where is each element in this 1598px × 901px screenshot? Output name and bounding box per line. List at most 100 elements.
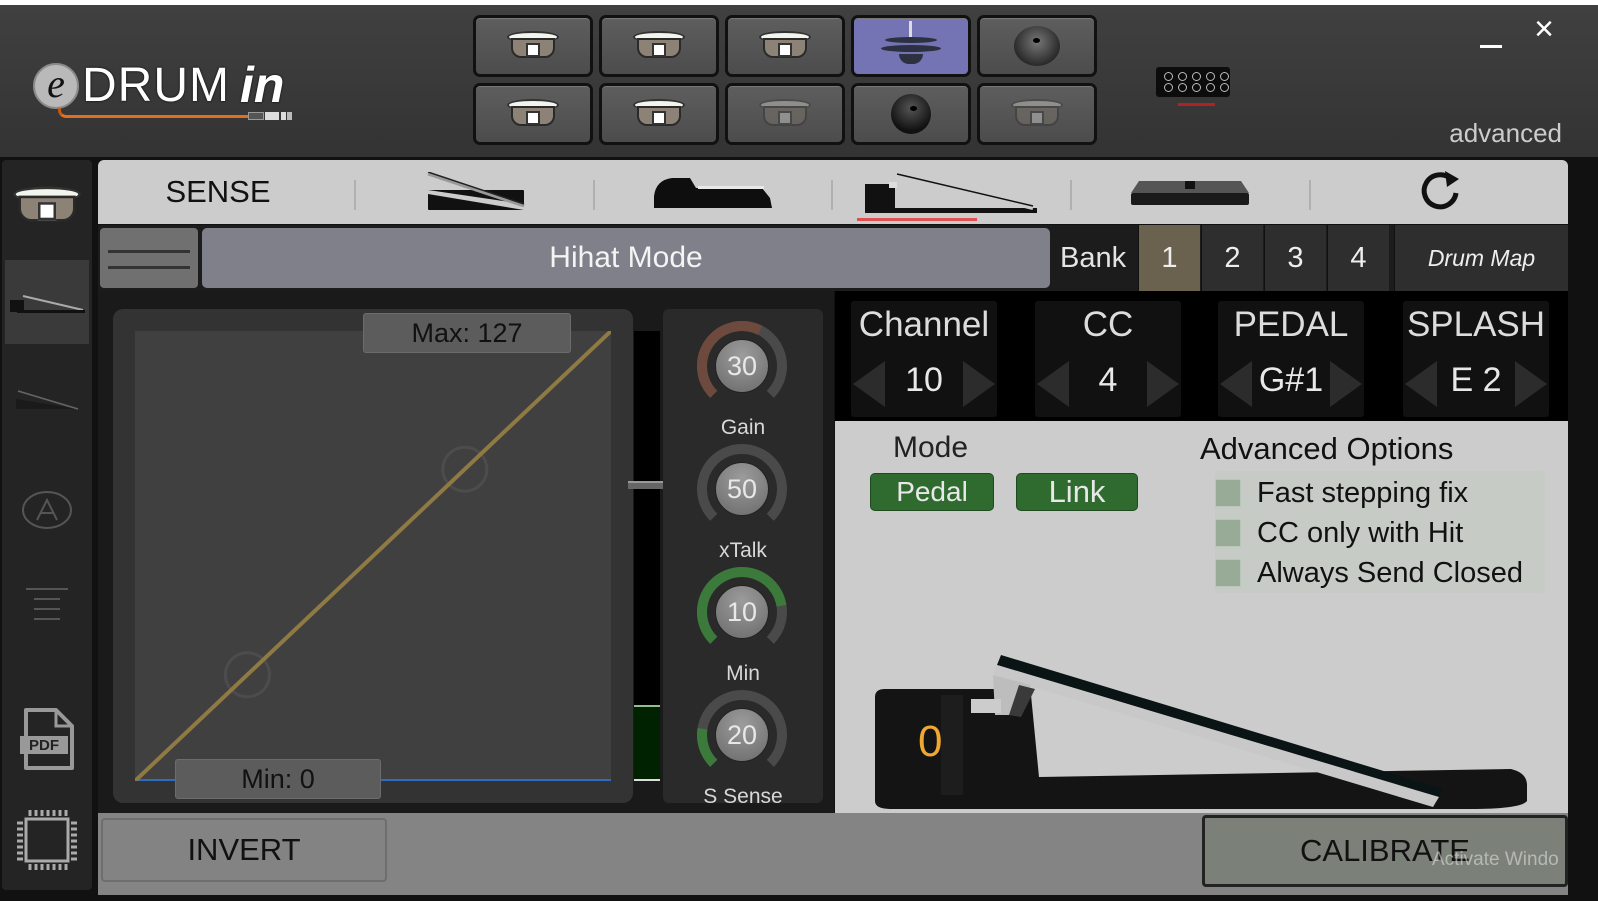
- minimize-button[interactable]: [1480, 30, 1504, 50]
- checkbox[interactable]: [1215, 519, 1241, 547]
- bank-button-3[interactable]: 3: [1264, 225, 1326, 291]
- tab-sense[interactable]: SENSE: [98, 160, 338, 224]
- pad-button-2[interactable]: [599, 15, 719, 77]
- option-fast-stepping-fix[interactable]: Fast stepping fix: [1215, 475, 1468, 511]
- midi-title: PEDAL: [1233, 305, 1349, 344]
- expression-pedal-icon: [16, 390, 79, 410]
- sustain-pedal-icon: [654, 178, 772, 208]
- snare-drum-icon: [759, 99, 811, 129]
- option-always-send-closed[interactable]: Always Send Closed: [1215, 555, 1523, 591]
- hihat-pedal-icon: [865, 173, 1037, 213]
- knob-label: Gain: [720, 416, 766, 439]
- sidebar-item-expression[interactable]: [5, 360, 89, 440]
- logo-cable: [58, 108, 250, 118]
- advanced-options-list: Fast stepping fix CC only with Hit Alway…: [1215, 471, 1545, 593]
- bottom-bar: INVERT CALIBRATE: [98, 813, 1568, 895]
- midi-pedal-selector: PEDAL G#1: [1218, 301, 1364, 417]
- increment-arrow-icon[interactable]: [1330, 361, 1362, 407]
- logo-in: in: [240, 57, 285, 113]
- sidebar-item-hihat-pedal[interactable]: [5, 260, 89, 344]
- knob-min[interactable]: 10: [697, 567, 787, 657]
- pad-button-6[interactable]: [473, 83, 593, 145]
- option-cc-only-with-hit[interactable]: CC only with Hit: [1215, 515, 1463, 551]
- pad-button-7[interactable]: [599, 83, 719, 145]
- option-label: Fast stepping fix: [1257, 476, 1469, 509]
- sidebar: PDF: [2, 160, 92, 890]
- increment-arrow-icon[interactable]: [963, 361, 995, 407]
- increment-arrow-icon[interactable]: [1147, 361, 1179, 407]
- pad-button-8[interactable]: [725, 83, 845, 145]
- sidebar-item-auto[interactable]: [5, 465, 89, 555]
- level-meter-base: [634, 779, 660, 781]
- selected-tab-indicator: [857, 218, 977, 221]
- auto-a-icon: [22, 491, 72, 529]
- footswitch-icon: [1131, 181, 1249, 205]
- level-meter-fill: [634, 704, 660, 781]
- invert-button[interactable]: INVERT: [101, 818, 387, 882]
- tab-sustain-pedal[interactable]: [595, 160, 831, 224]
- knob-panel: 30 Gain 50 xTalk 10 Min 20 S Sense: [663, 309, 823, 808]
- hihat-pedal-illustration: [875, 655, 1527, 809]
- checkbox[interactable]: [1215, 559, 1241, 587]
- pedal-type-tabbar: SENSE: [98, 160, 1568, 224]
- pad-button-10[interactable]: [977, 83, 1097, 145]
- activate-windows-watermark: Activate Windo: [1432, 849, 1559, 870]
- sidebar-item-pdf[interactable]: PDF: [5, 700, 89, 780]
- snare-drum-icon: [633, 99, 685, 129]
- knob-label: Min: [726, 662, 760, 685]
- increment-arrow-icon[interactable]: [1515, 361, 1547, 407]
- pad-button-3[interactable]: [725, 15, 845, 77]
- knob-label: S Sense: [703, 785, 783, 808]
- connector-indicator: [1178, 103, 1215, 106]
- menu-lines-icon: [26, 588, 68, 620]
- option-label: Always Send Closed: [1257, 556, 1523, 589]
- knob-label: xTalk: [719, 539, 767, 562]
- list-toggle-button[interactable]: [100, 228, 198, 288]
- svg-text:PDF: PDF: [29, 737, 59, 754]
- checkbox[interactable]: [1215, 479, 1241, 507]
- pad-button-4[interactable]: [851, 15, 971, 77]
- knob-s-sense[interactable]: 20: [697, 690, 787, 780]
- curve-editor[interactable]: Max: 127 Min: 0: [113, 309, 633, 803]
- max-label[interactable]: Max: 127: [363, 313, 571, 353]
- level-meter: [634, 331, 660, 781]
- midi-title: CC: [1082, 305, 1134, 344]
- pedal-mode-button[interactable]: Pedal: [870, 473, 994, 511]
- logo-e: e: [33, 63, 79, 109]
- hihat-mode-title[interactable]: Hihat Mode: [202, 228, 1050, 288]
- tab-expression-pedal[interactable]: [358, 160, 594, 224]
- snare-drum-icon: [633, 31, 685, 61]
- snare-drum-icon: [759, 31, 811, 61]
- drum-map-button[interactable]: Drum Map: [1394, 225, 1568, 291]
- advanced-mode-label[interactable]: advanced: [1449, 118, 1562, 149]
- link-mode-button[interactable]: Link: [1016, 473, 1138, 511]
- expression-pedal-icon: [427, 172, 525, 210]
- pad-button-5[interactable]: [977, 15, 1097, 77]
- pad-button-1[interactable]: [473, 15, 593, 77]
- options-panel: Mode Pedal Link Advanced Options Fast st…: [835, 421, 1568, 813]
- pad-button-9[interactable]: [851, 83, 971, 145]
- sidebar-item-firmware[interactable]: [5, 800, 89, 880]
- min-label[interactable]: Min: 0: [175, 759, 381, 799]
- bank-button-2[interactable]: 2: [1201, 225, 1263, 291]
- refresh-button[interactable]: [1311, 160, 1568, 224]
- knob-gain[interactable]: 30: [697, 321, 787, 411]
- refresh-icon: [1421, 171, 1459, 210]
- connector-icon[interactable]: [1156, 67, 1230, 97]
- pedal-position-readout: 0: [918, 717, 943, 766]
- mode-label: Mode: [893, 431, 969, 464]
- bank-button-1[interactable]: 1: [1138, 225, 1200, 291]
- tab-hihat-pedal[interactable]: [833, 160, 1069, 224]
- tab-footswitch[interactable]: [1072, 160, 1308, 224]
- midi-settings-row: Channel 10 CC 4 PEDAL G#1 SPLASH E 2: [835, 291, 1568, 421]
- curve-graph[interactable]: [135, 331, 611, 781]
- knob-xtalk[interactable]: 50: [697, 444, 787, 534]
- sidebar-item-menu[interactable]: [5, 565, 89, 645]
- tab-sense-label: SENSE: [165, 174, 271, 209]
- knob-fill-arc: [697, 727, 718, 767]
- snare-drum-icon: [507, 99, 559, 129]
- sidebar-item-pads[interactable]: [5, 166, 89, 246]
- close-button[interactable]: ×: [1528, 12, 1560, 46]
- bank-button-4[interactable]: 4: [1327, 225, 1389, 291]
- mode-row: Hihat Mode Bank 1 2 3 4 Drum Map: [98, 225, 1568, 291]
